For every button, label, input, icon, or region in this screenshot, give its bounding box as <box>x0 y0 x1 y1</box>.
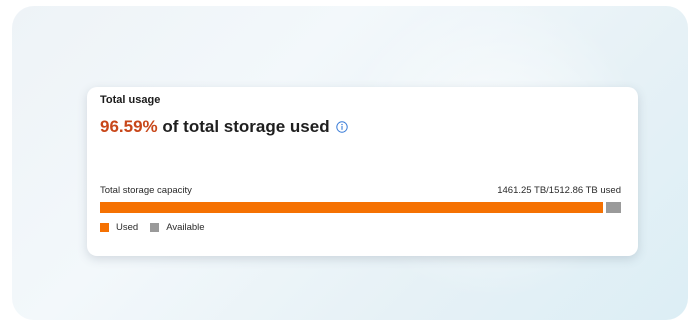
total-usage-card: Total usage 96.59% of total storage used… <box>87 87 638 256</box>
legend-item-used: Used <box>100 222 138 233</box>
used-segment <box>100 202 604 213</box>
capacity-value: 1461.25 TB/1512.86 TB used <box>497 185 621 196</box>
card-title: Total usage <box>100 94 161 106</box>
used-swatch <box>100 223 109 232</box>
usage-percent: 96.59% <box>100 117 158 136</box>
info-icon[interactable] <box>335 118 348 133</box>
available-segment <box>606 202 621 213</box>
capacity-label: Total storage capacity <box>100 185 192 196</box>
legend-item-available: Available <box>150 222 205 233</box>
legend: Used Available <box>100 222 217 233</box>
available-swatch <box>150 223 160 232</box>
usage-headline: 96.59% of total storage used <box>100 117 348 137</box>
background-panel: Total usage 96.59% of total storage used… <box>12 6 688 320</box>
storage-progress-bar <box>100 202 621 213</box>
legend-used-label: Used <box>116 222 139 233</box>
legend-available-label: Available <box>166 222 205 233</box>
usage-headline-text: of total storage used <box>157 117 330 136</box>
